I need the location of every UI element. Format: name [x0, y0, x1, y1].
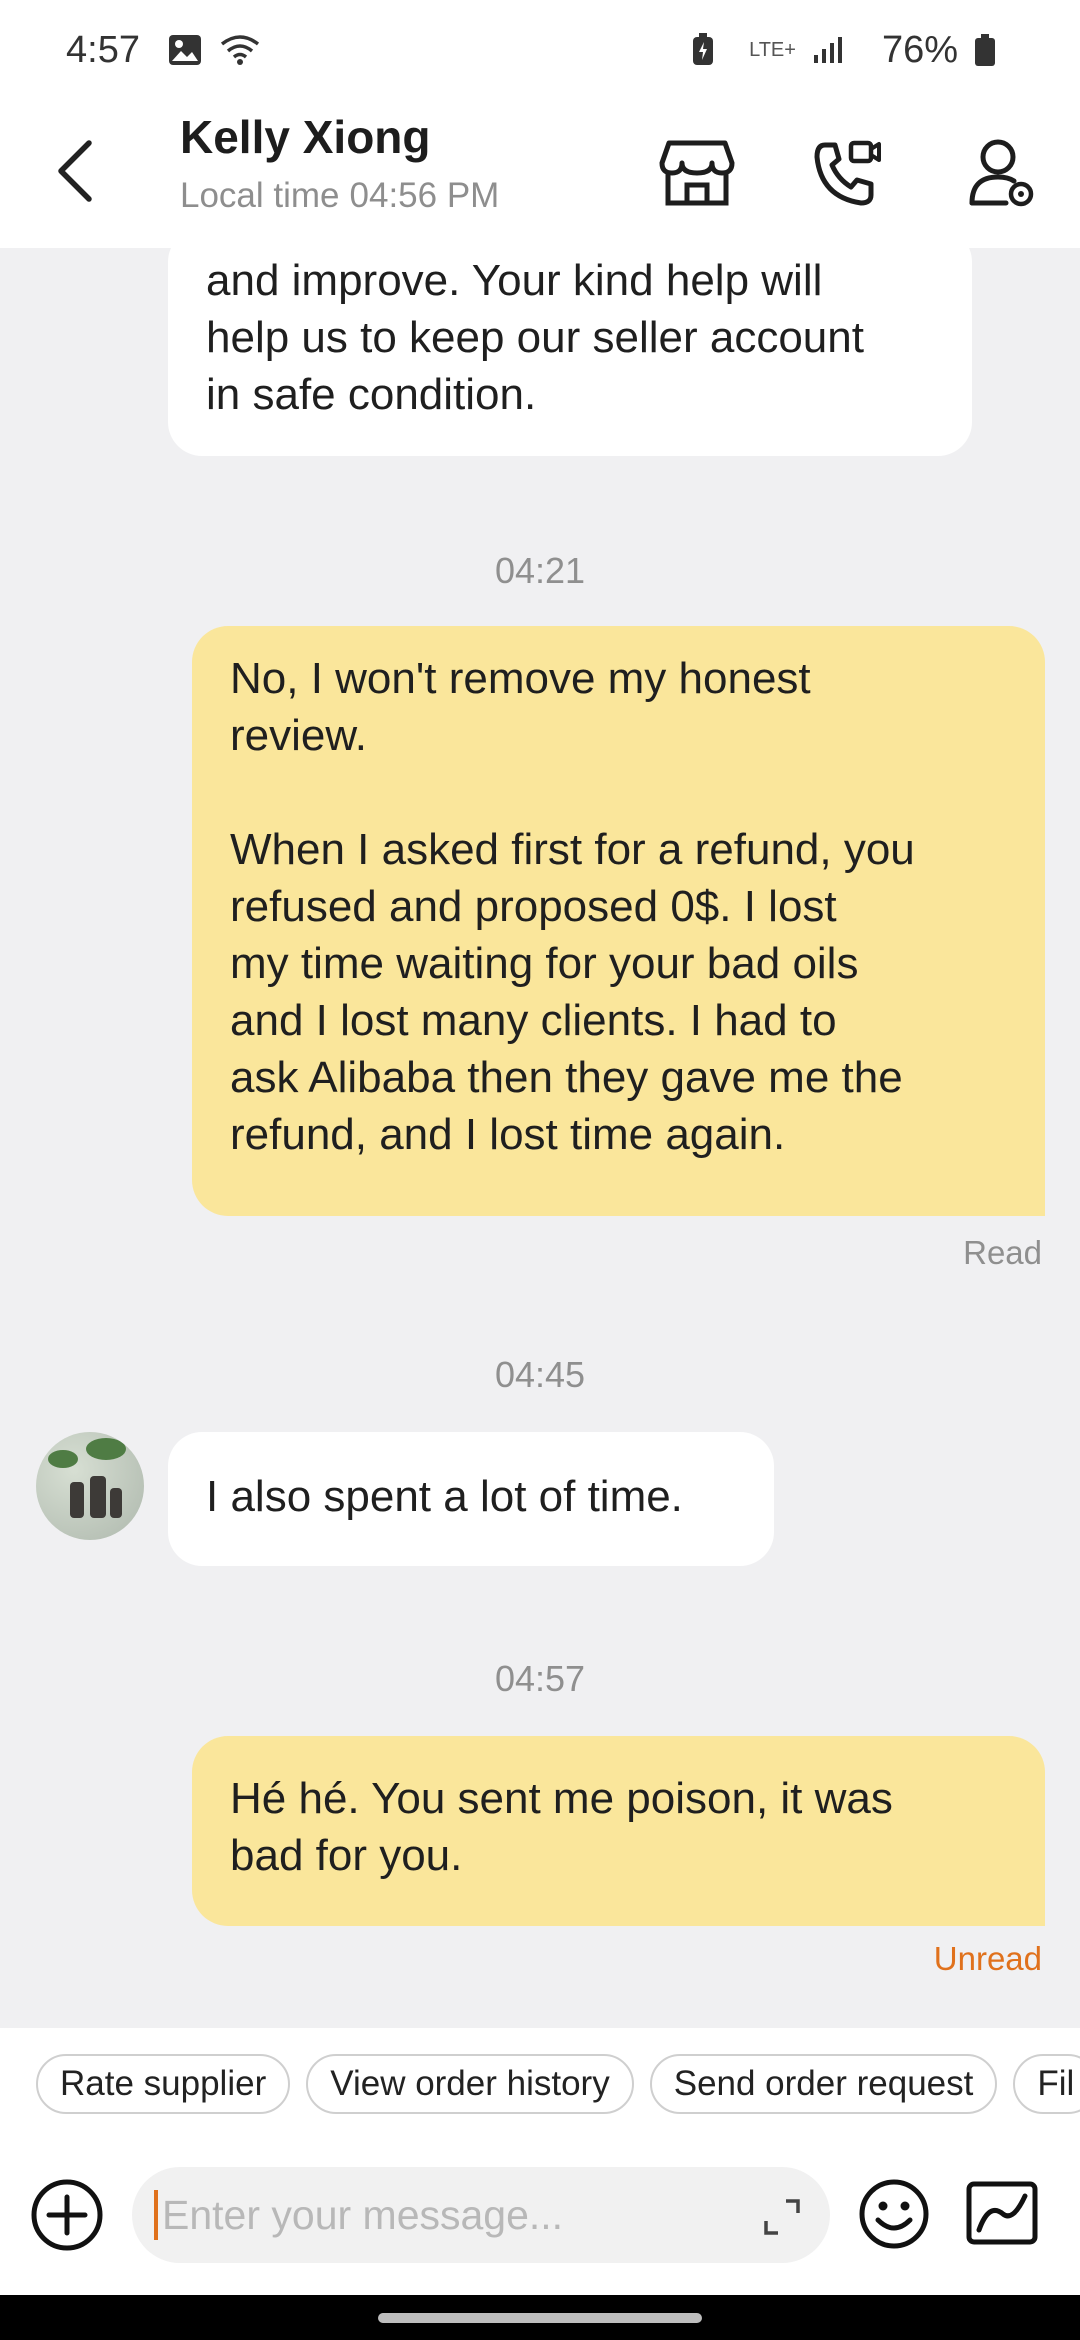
emoji-icon — [859, 2179, 929, 2249]
incoming-message-bubble[interactable]: I also spent a lot of time. — [168, 1432, 774, 1566]
read-status: Read — [963, 1234, 1042, 1271]
rate-supplier-chip[interactable]: Rate supplier — [36, 2054, 291, 2114]
chat-header: Kelly Xiong Local time 04:56 PM — [0, 100, 1080, 248]
signal-icon — [812, 35, 848, 65]
contact-info[interactable]: Kelly Xiong Local time 04:56 PM — [180, 110, 499, 216]
chat-screen: 4:57 LTE+ 76% Kelly Xiong Local time 04:… — [0, 0, 1080, 2340]
status-bar: 4:57 LTE+ 76% — [0, 0, 1080, 100]
message-timestamp: 04:57 — [494, 1658, 586, 1699]
system-nav-bar — [0, 2295, 1080, 2340]
home-gesture-handle[interactable] — [378, 2313, 702, 2323]
store-button[interactable] — [652, 128, 742, 218]
sticker-button[interactable] — [965, 2178, 1039, 2250]
unread-status: Unread — [933, 1940, 1042, 1977]
outgoing-message-bubble[interactable]: Hé hé. You sent me poison, it was bad fo… — [192, 1736, 1045, 1926]
status-right: LTE+ 76% — [691, 29, 1014, 72]
gallery-notification-icon — [168, 34, 202, 66]
message-composer — [0, 2140, 1080, 2295]
contact-profile-button[interactable] — [957, 128, 1047, 218]
contact-local-time: Local time 04:56 PM — [180, 176, 499, 216]
battery-icon — [974, 33, 996, 67]
store-icon — [659, 140, 735, 206]
supplier-avatar[interactable] — [36, 1432, 144, 1540]
back-arrow-icon — [58, 140, 92, 202]
quick-actions-bar[interactable]: Rate supplier View order history Send or… — [0, 2028, 1080, 2140]
expand-input-button[interactable] — [762, 2197, 802, 2237]
message-input-wrapper[interactable] — [132, 2167, 830, 2263]
message-timestamp: 04:21 — [494, 550, 586, 591]
status-time: 4:57 — [66, 28, 140, 71]
back-button[interactable] — [30, 126, 120, 216]
contact-name: Kelly Xiong — [180, 111, 431, 163]
emoji-button[interactable] — [858, 2178, 930, 2250]
network-type: LTE+ — [749, 39, 796, 61]
message-input[interactable] — [162, 2191, 722, 2239]
sticker-icon — [966, 2181, 1038, 2245]
wifi-icon — [220, 34, 260, 66]
expand-icon — [764, 2199, 800, 2235]
outgoing-message-bubble[interactable]: No, I won't remove my honest review. Whe… — [192, 626, 1045, 1216]
battery-percent: 76% — [881, 28, 958, 71]
attach-button[interactable] — [30, 2178, 104, 2252]
video-call-icon — [814, 140, 881, 206]
files-chip[interactable]: Fil — [1013, 2054, 1080, 2114]
contact-profile-icon — [969, 139, 1034, 207]
text-caret — [154, 2190, 158, 2240]
send-order-request-chip[interactable]: Send order request — [649, 2054, 998, 2114]
view-order-history-chip[interactable]: View order history — [306, 2054, 634, 2114]
plus-circle-icon — [31, 2179, 103, 2251]
message-timestamp: 04:45 — [494, 1354, 586, 1395]
battery-saver-icon — [691, 33, 715, 67]
incoming-message-bubble[interactable]: and improve. Your kind help will help us… — [168, 248, 972, 456]
message-list[interactable]: and improve. Your kind help will help us… — [0, 248, 1080, 2028]
local-time-value: 04:56 PM — [349, 176, 500, 215]
video-call-button[interactable] — [802, 128, 892, 218]
local-time-label: Local time — [180, 176, 340, 215]
